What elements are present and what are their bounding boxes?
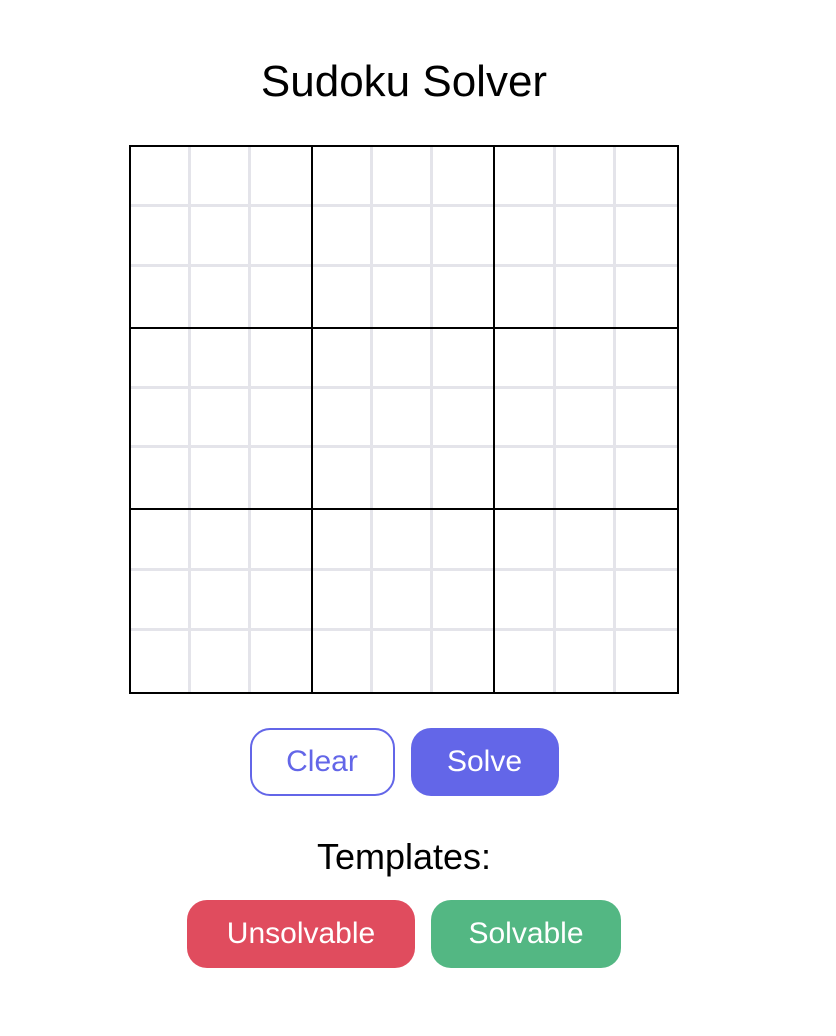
sudoku-cell[interactable] xyxy=(616,631,677,692)
sudoku-box xyxy=(495,147,677,329)
solve-button[interactable]: Solve xyxy=(410,728,559,796)
sudoku-cell[interactable] xyxy=(433,147,493,207)
sudoku-cell[interactable] xyxy=(495,448,556,509)
sudoku-cell[interactable] xyxy=(495,328,556,389)
sudoku-box xyxy=(495,328,677,511)
sudoku-cell[interactable] xyxy=(433,266,493,327)
sudoku-cell[interactable] xyxy=(191,206,251,267)
sudoku-cell[interactable] xyxy=(131,328,191,389)
sudoku-cell[interactable] xyxy=(251,631,311,692)
solvable-template-button[interactable]: Solvable xyxy=(431,900,621,968)
sudoku-cell[interactable] xyxy=(313,266,373,327)
sudoku-cell[interactable] xyxy=(555,388,617,449)
sudoku-box xyxy=(313,328,495,511)
sudoku-cell[interactable] xyxy=(373,206,433,267)
sudoku-cell[interactable] xyxy=(555,570,617,632)
sudoku-box xyxy=(131,328,313,511)
sudoku-cell[interactable] xyxy=(313,388,373,449)
sudoku-cell[interactable] xyxy=(191,266,251,327)
sudoku-cell[interactable] xyxy=(373,147,433,207)
sudoku-cell[interactable] xyxy=(313,570,373,632)
template-buttons: Unsolvable Solvable xyxy=(0,900,808,968)
sudoku-cell[interactable] xyxy=(131,448,191,509)
sudoku-cell[interactable] xyxy=(313,448,373,509)
sudoku-cell[interactable] xyxy=(191,510,251,571)
sudoku-cell[interactable] xyxy=(191,631,251,692)
sudoku-cell[interactable] xyxy=(191,328,251,389)
sudoku-cell[interactable] xyxy=(616,266,677,327)
sudoku-cell[interactable] xyxy=(495,147,556,207)
sudoku-cell[interactable] xyxy=(495,510,556,571)
sudoku-cell[interactable] xyxy=(131,206,191,267)
sudoku-box xyxy=(131,510,313,692)
sudoku-cell[interactable] xyxy=(373,266,433,327)
sudoku-cell[interactable] xyxy=(251,388,311,449)
sudoku-cell[interactable] xyxy=(373,631,433,692)
sudoku-cell[interactable] xyxy=(495,388,556,449)
sudoku-cell[interactable] xyxy=(373,448,433,509)
sudoku-cell[interactable] xyxy=(251,328,311,389)
sudoku-cell[interactable] xyxy=(251,510,311,571)
clear-button[interactable]: Clear xyxy=(249,728,395,796)
sudoku-cell[interactable] xyxy=(495,570,556,632)
sudoku-cell[interactable] xyxy=(373,328,433,389)
sudoku-cell[interactable] xyxy=(191,147,251,207)
sudoku-cell[interactable] xyxy=(555,448,617,509)
sudoku-cell[interactable] xyxy=(433,631,493,692)
sudoku-box xyxy=(131,147,313,329)
action-buttons: Clear Solve xyxy=(0,728,808,796)
sudoku-cell[interactable] xyxy=(433,328,493,389)
sudoku-cell[interactable] xyxy=(616,510,677,571)
sudoku-box xyxy=(313,147,495,329)
sudoku-cell[interactable] xyxy=(433,388,493,449)
templates-heading: Templates: xyxy=(316,836,492,877)
sudoku-cell[interactable] xyxy=(616,206,677,267)
sudoku-cell[interactable] xyxy=(495,631,556,692)
unsolvable-template-button[interactable]: Unsolvable xyxy=(187,900,415,968)
sudoku-cell[interactable] xyxy=(495,206,556,267)
sudoku-cell[interactable] xyxy=(191,570,251,632)
sudoku-cell[interactable] xyxy=(555,328,617,389)
sudoku-cell[interactable] xyxy=(433,570,493,632)
sudoku-cell[interactable] xyxy=(433,448,493,509)
sudoku-cell[interactable] xyxy=(131,570,191,632)
sudoku-cell[interactable] xyxy=(131,510,191,571)
sudoku-cell[interactable] xyxy=(131,147,191,207)
sudoku-cell[interactable] xyxy=(313,631,373,692)
sudoku-cell[interactable] xyxy=(313,510,373,571)
sudoku-cell[interactable] xyxy=(555,147,617,207)
sudoku-cell[interactable] xyxy=(433,510,493,571)
sudoku-cell[interactable] xyxy=(251,206,311,267)
sudoku-cell[interactable] xyxy=(251,570,311,632)
sudoku-box xyxy=(313,510,495,692)
sudoku-cell[interactable] xyxy=(616,147,677,207)
sudoku-cell[interactable] xyxy=(616,388,677,449)
sudoku-cell[interactable] xyxy=(495,266,556,327)
sudoku-cell[interactable] xyxy=(555,631,617,692)
sudoku-cell[interactable] xyxy=(616,570,677,632)
sudoku-cell[interactable] xyxy=(313,147,373,207)
sudoku-cell[interactable] xyxy=(131,266,191,327)
sudoku-cell[interactable] xyxy=(433,206,493,267)
page-title: Sudoku Solver xyxy=(260,57,548,106)
sudoku-cell[interactable] xyxy=(555,206,617,267)
sudoku-board xyxy=(129,145,679,694)
sudoku-box xyxy=(495,510,677,692)
sudoku-cell[interactable] xyxy=(555,266,617,327)
sudoku-cell[interactable] xyxy=(373,510,433,571)
sudoku-cell[interactable] xyxy=(131,388,191,449)
sudoku-cell[interactable] xyxy=(555,510,617,571)
sudoku-cell[interactable] xyxy=(131,631,191,692)
sudoku-cell[interactable] xyxy=(251,266,311,327)
sudoku-cell[interactable] xyxy=(251,448,311,509)
sudoku-cell[interactable] xyxy=(616,328,677,389)
sudoku-cell[interactable] xyxy=(313,206,373,267)
sudoku-cell[interactable] xyxy=(373,388,433,449)
sudoku-cell[interactable] xyxy=(313,328,373,389)
sudoku-cell[interactable] xyxy=(251,147,311,207)
sudoku-cell[interactable] xyxy=(191,448,251,509)
sudoku-cell[interactable] xyxy=(191,388,251,449)
sudoku-cell[interactable] xyxy=(373,570,433,632)
sudoku-cell[interactable] xyxy=(616,448,677,509)
